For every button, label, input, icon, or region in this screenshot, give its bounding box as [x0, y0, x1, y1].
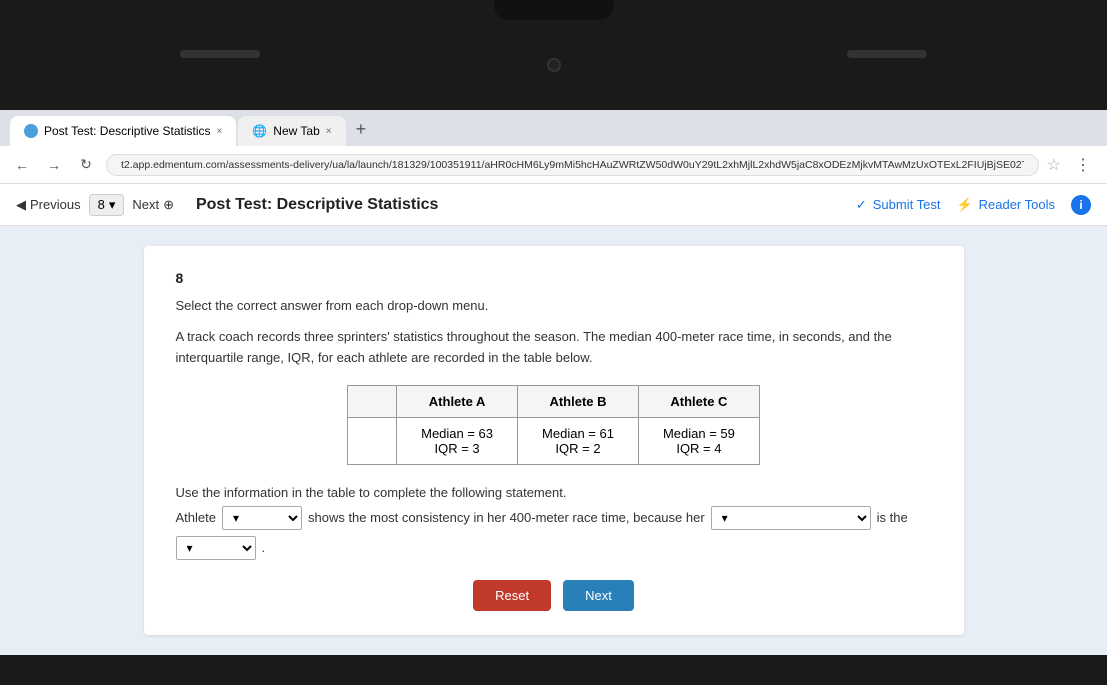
- table-cell-athlete-c: Median = 59 IQR = 4: [638, 417, 759, 464]
- tab-new-label: New Tab: [273, 124, 319, 138]
- table-header-athlete-a: Athlete A: [397, 385, 518, 417]
- statement-line: Athlete ▾ A B C shows the most consisten…: [176, 506, 932, 560]
- info-icon[interactable]: i: [1071, 195, 1091, 215]
- athlete-c-median: Median = 59: [663, 426, 735, 441]
- new-tab-button[interactable]: +: [348, 115, 375, 144]
- tab-post-test-label: Post Test: Descriptive Statistics: [44, 124, 211, 138]
- submit-test-label: Submit Test: [873, 197, 941, 212]
- question-dropdown-icon: ▾: [109, 197, 116, 213]
- camera-dot: [547, 58, 561, 72]
- next-toolbar-button[interactable]: Next ⊕: [132, 197, 174, 213]
- athlete-b-iqr: IQR = 2: [542, 441, 614, 456]
- button-row: Reset Next: [176, 580, 932, 611]
- athlete-table: Athlete A Athlete B Athlete C Median = 6…: [347, 385, 760, 465]
- table-header-empty: [348, 385, 397, 417]
- statement-athlete-text: Athlete: [176, 510, 216, 525]
- page-title: Post Test: Descriptive Statistics: [196, 196, 438, 214]
- main-content: 8 Select the correct answer from each dr…: [0, 226, 1107, 655]
- statement-is-the-text: is the: [877, 510, 908, 525]
- address-bar-row: ← → ↻ ☆ ⋮: [0, 146, 1107, 184]
- statement-prefix: Use the information in the table to comp…: [176, 485, 932, 500]
- athlete-b-median: Median = 61: [542, 426, 614, 441]
- previous-button[interactable]: ◀ Previous: [16, 197, 81, 213]
- submit-test-button[interactable]: ✓ Submit Test: [856, 197, 941, 213]
- tab-new-tab[interactable]: 🌐 New Tab ×: [238, 116, 345, 146]
- athlete-a-iqr: IQR = 3: [421, 441, 493, 456]
- prev-icon: ◀: [16, 197, 26, 213]
- table-header-athlete-c: Athlete C: [638, 385, 759, 417]
- toolbar-nav: ◀ Previous 8 ▾ Next ⊕: [16, 194, 174, 216]
- next-button[interactable]: Next: [563, 580, 634, 611]
- table-cell-athlete-a: Median = 63 IQR = 3: [397, 417, 518, 464]
- address-input[interactable]: [106, 154, 1039, 176]
- statement-end: .: [262, 540, 266, 555]
- back-button[interactable]: ←: [10, 153, 34, 177]
- browser-chrome: Post Test: Descriptive Statistics × 🌐 Ne…: [0, 110, 1107, 226]
- speaker-right: [847, 50, 927, 58]
- table-cell-empty: [348, 417, 397, 464]
- instructions: Select the correct answer from each drop…: [176, 298, 932, 313]
- table-cell-athlete-b: Median = 61 IQR = 2: [518, 417, 639, 464]
- tab-new-close[interactable]: ×: [326, 126, 332, 137]
- tab-new-favicon: 🌐: [252, 124, 267, 138]
- question-card: 8 Select the correct answer from each dr…: [144, 246, 964, 635]
- bookmark-icon: ☆: [1047, 155, 1061, 175]
- statement-section: Use the information in the table to comp…: [176, 485, 932, 560]
- value-select[interactable]: ▾ lowest highest: [176, 536, 256, 560]
- reset-button[interactable]: Reset: [473, 580, 551, 611]
- browser-menu-button[interactable]: ⋮: [1069, 151, 1097, 179]
- athlete-c-iqr: IQR = 4: [663, 441, 735, 456]
- refresh-button[interactable]: ↻: [74, 153, 98, 177]
- toolbar-right: ✓ Submit Test ⚡ Reader Tools i: [856, 195, 1091, 215]
- app-toolbar: ◀ Previous 8 ▾ Next ⊕ Post Test: Descrip…: [0, 184, 1107, 226]
- athlete-select[interactable]: ▾ A B C: [222, 506, 302, 530]
- tab-bar: Post Test: Descriptive Statistics × 🌐 Ne…: [0, 110, 1107, 146]
- question-number-display: 8: [98, 197, 105, 212]
- metric-select[interactable]: ▾ median IQR: [711, 506, 871, 530]
- statement-shows-text: shows the most consistency in her 400-me…: [308, 510, 705, 525]
- tab-post-test-close[interactable]: ×: [217, 126, 223, 137]
- reader-tools-icon: ⚡: [956, 197, 972, 213]
- tab-favicon: [24, 124, 38, 138]
- camera-bar: [0, 0, 1107, 110]
- question-number: 8: [176, 270, 932, 286]
- forward-button[interactable]: →: [42, 153, 66, 177]
- camera-notch: [494, 0, 614, 20]
- table-row: Median = 63 IQR = 3 Median = 61 IQR = 2 …: [348, 417, 760, 464]
- question-text: A track coach records three sprinters' s…: [176, 327, 932, 369]
- reader-tools-label: Reader Tools: [979, 197, 1055, 212]
- next-toolbar-label: Next: [132, 197, 159, 212]
- speaker-left: [180, 50, 260, 58]
- submit-icon: ✓: [856, 197, 867, 213]
- reader-tools-button[interactable]: ⚡ Reader Tools: [956, 197, 1055, 213]
- previous-label: Previous: [30, 197, 81, 212]
- table-header-athlete-b: Athlete B: [518, 385, 639, 417]
- question-number-badge[interactable]: 8 ▾: [89, 194, 125, 216]
- bottom-bezel: [0, 655, 1107, 685]
- tab-post-test[interactable]: Post Test: Descriptive Statistics ×: [10, 116, 236, 146]
- athlete-a-median: Median = 63: [421, 426, 493, 441]
- next-toolbar-icon: ⊕: [163, 197, 174, 213]
